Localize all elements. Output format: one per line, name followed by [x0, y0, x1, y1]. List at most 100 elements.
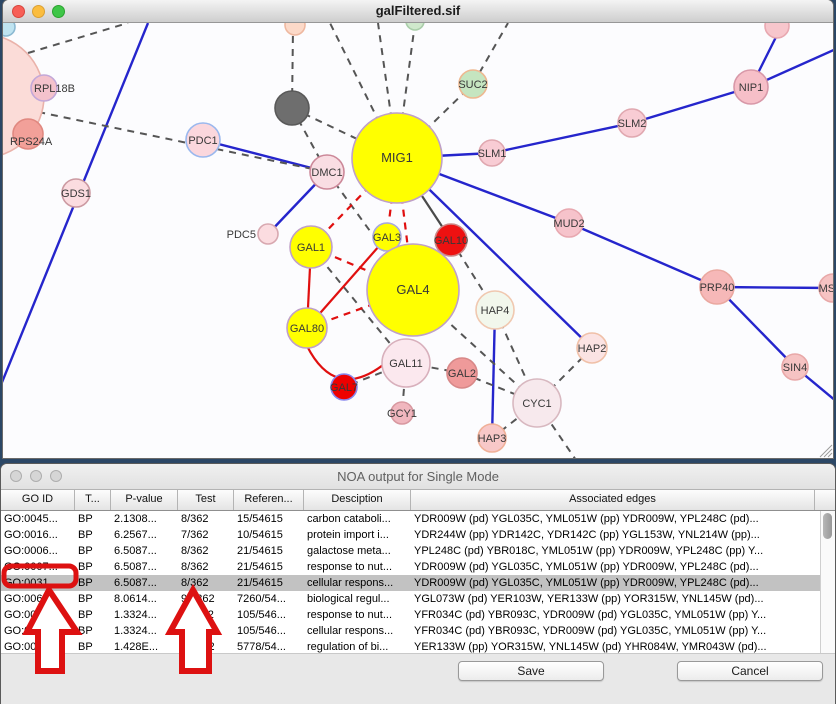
resize-grip[interactable] [828, 453, 832, 457]
node-label: GAL3 [373, 232, 401, 244]
table-cell: YPL248C (pd) YBR018C, YML051W (pp) YDR00… [411, 543, 815, 559]
table-cell: BP [75, 575, 111, 591]
table-row[interactable]: GO:0031...BP6.5087...8/36221/54615cellul… [1, 575, 835, 591]
node-label: DMC1 [311, 167, 342, 179]
column-header-referen[interactable]: Referen... [234, 490, 304, 510]
table-cell: galactose meta... [304, 543, 411, 559]
node-gal1[interactable]: GAL1 [290, 226, 332, 268]
node-gcy1[interactable]: GCY1 [387, 402, 417, 424]
table-cell: 6.5087... [111, 575, 178, 591]
column-header-desciption[interactable]: Desciption [304, 490, 411, 510]
node-gal80[interactable]: GAL80 [287, 308, 327, 348]
node-pdc5[interactable]: PDC5 [227, 224, 278, 244]
column-header-test[interactable]: Test [178, 490, 234, 510]
node-unlabeled[interactable] [3, 23, 15, 36]
node-msl5[interactable]: MSL5 [819, 274, 833, 302]
table-cell: 8/362 [178, 575, 234, 591]
table-cell: BP [75, 623, 111, 639]
node-gds1[interactable]: GDS1 [61, 179, 91, 207]
table-cell: 6.2567... [111, 527, 178, 543]
node-slm2[interactable]: SLM2 [618, 109, 647, 137]
button-bar: Save Cancel [1, 653, 835, 704]
column-header-associatededges[interactable]: Associated edges [411, 490, 815, 510]
node-hap2[interactable]: HAP2 [577, 333, 607, 363]
inactive-traffic-lights [10, 470, 62, 482]
table-cell: GO:0007... [1, 559, 75, 575]
table-cell: 15/54615 [234, 511, 304, 527]
scrollbar-thumb[interactable] [823, 513, 832, 539]
node-label: GCY1 [387, 408, 417, 420]
table-cell: 10/54615 [234, 527, 304, 543]
node-cyc1[interactable]: CYC1 [513, 379, 561, 427]
network-titlebar[interactable]: galFiltered.sif [3, 0, 833, 23]
node-hap4[interactable]: HAP4 [476, 291, 514, 329]
node-label: GAL80 [290, 323, 324, 335]
network-canvas[interactable]: RPL18B RPS24A GDS1 PDC1 PDC5 DMC1 MIG1 SUC2 SLM1… [3, 23, 833, 458]
table-cell: YDR009W (pd) YGL035C, YML051W (pp) YDR00… [411, 559, 815, 575]
close-button-inactive[interactable] [10, 470, 22, 482]
node-mud2[interactable]: MUD2 [553, 209, 584, 237]
column-header-pvalue[interactable]: P-value [111, 490, 178, 510]
node-label: MIG1 [381, 150, 413, 165]
minimize-button[interactable] [32, 5, 45, 18]
zoom-button[interactable] [52, 5, 65, 18]
table-cell: 2.1308... [111, 511, 178, 527]
node-mig1[interactable]: MIG1 [352, 113, 442, 203]
table-cell: 6.5087... [111, 543, 178, 559]
node-rpl18b[interactable]: RPL18B [31, 75, 75, 101]
node-unlabeled[interactable] [406, 23, 424, 30]
zoom-button-inactive[interactable] [50, 470, 62, 482]
node-unlabeled[interactable] [275, 91, 309, 125]
table-cell: 7/362 [178, 527, 234, 543]
table-row[interactable]: GO:0045...BP2.1308...8/36215/54615carbon… [1, 511, 835, 527]
node-rps24a[interactable]: RPS24A [10, 119, 53, 149]
node-unlabeled[interactable] [765, 23, 789, 38]
column-header-t[interactable]: T... [75, 490, 111, 510]
table-row[interactable]: GO:0007...BP6.5087...8/36221/54615respon… [1, 559, 835, 575]
cancel-button[interactable]: Cancel [677, 661, 823, 681]
table-row[interactable]: GO:0065...BP8.0614...94/3627260/54...bio… [1, 591, 835, 607]
table-cell: 94/362 [178, 591, 234, 607]
node-nip1[interactable]: NIP1 [734, 70, 768, 104]
close-button[interactable] [12, 5, 25, 18]
node-sin4[interactable]: SIN4 [782, 354, 808, 380]
node-label: MUD2 [553, 218, 584, 230]
resize-grip[interactable] [824, 449, 832, 457]
node-label: HAP3 [478, 433, 507, 445]
table-cell: BP [75, 591, 111, 607]
table-cell: 21/54615 [234, 559, 304, 575]
column-header-goid[interactable]: GO ID [1, 490, 75, 510]
table-row[interactable]: GO:0031...BP1.3324...11/362105/546...cel… [1, 623, 835, 639]
node-hap3[interactable]: HAP3 [478, 424, 507, 452]
node-unlabeled[interactable] [285, 23, 305, 35]
node-label: RPL18B [34, 83, 75, 95]
node-label: GDS1 [61, 188, 91, 200]
table-row[interactable]: GO:0031...BP1.3324...11/362105/546...res… [1, 607, 835, 623]
node-gal2[interactable]: GAL2 [447, 358, 477, 388]
node-pdc1[interactable]: PDC1 [186, 123, 220, 157]
table-row[interactable]: GO:0006...BP6.5087...8/36221/54615galact… [1, 543, 835, 559]
network-edge-blue [569, 223, 717, 287]
node-gal4[interactable]: GAL4 [367, 244, 459, 336]
table-cell: YFR034C (pd) YBR093C, YDR009W (pd) YGL03… [411, 607, 815, 623]
table-cell: GO:0031... [1, 607, 75, 623]
minimize-button-inactive[interactable] [30, 470, 42, 482]
table-cell: GO:0006... [1, 543, 75, 559]
node-slm1[interactable]: SLM1 [478, 140, 507, 166]
table-cell: 1.3324... [111, 623, 178, 639]
node-prp40[interactable]: PRP40 [700, 270, 735, 304]
table-cell: GO:0065... [1, 591, 75, 607]
node-label: MSL5 [819, 283, 833, 295]
node-label: PDC5 [227, 229, 256, 241]
vertical-scrollbar[interactable] [820, 511, 835, 655]
table-row[interactable]: GO:0016...BP6.2567...7/36210/54615protei… [1, 527, 835, 543]
table-cell: GO:0031... [1, 623, 75, 639]
noa-titlebar[interactable]: NOA output for Single Mode [1, 464, 835, 490]
node-suc2[interactable]: SUC2 [458, 70, 487, 98]
node-gal11[interactable]: GAL11 [382, 339, 430, 387]
traffic-lights [12, 5, 65, 18]
node-label: GAL1 [297, 242, 325, 254]
node-gal7[interactable]: GAL7 [330, 374, 358, 400]
save-button[interactable]: Save [458, 661, 604, 681]
node-dmc1[interactable]: DMC1 [310, 155, 344, 189]
